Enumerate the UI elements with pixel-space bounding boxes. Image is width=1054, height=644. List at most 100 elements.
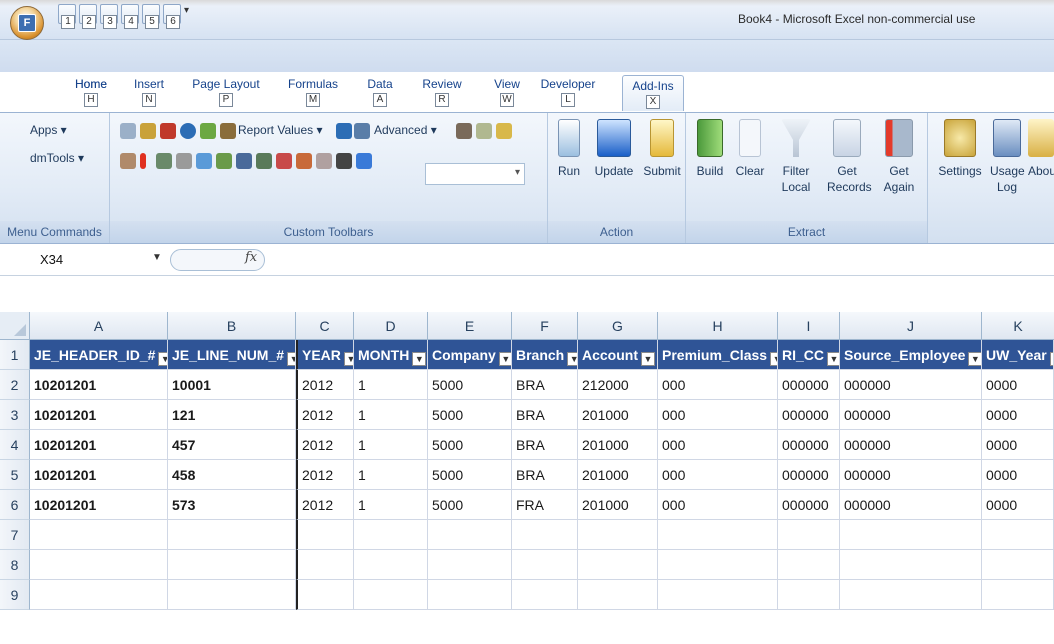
cell-g4[interactable]: 201000 [578,430,658,460]
column-header-c[interactable]: C [296,312,354,340]
cell-e4[interactable]: 5000 [428,430,512,460]
info-icon[interactable] [180,123,196,139]
toolbar-icon-8[interactable] [354,123,370,139]
filter-dropdown-icon[interactable]: ▼ [968,352,981,366]
tab-home-label[interactable]: Home H [68,77,114,110]
cell-a4[interactable]: 10201201 [30,430,168,460]
toolbar-icon-1[interactable] [120,123,136,139]
cell-f2[interactable]: BRA [512,370,578,400]
toolbar-icon-9[interactable] [456,123,472,139]
formula-input-area[interactable] [0,276,1054,312]
filter-dropdown-icon[interactable]: ▼ [567,352,577,366]
filter-dropdown-icon[interactable]: ▼ [287,352,295,366]
report-values-menu[interactable]: Report Values ▾ [238,123,323,137]
cell-j3[interactable]: 000000 [840,400,982,430]
name-box[interactable]: X34 [40,252,63,267]
advanced-menu[interactable]: Advanced ▾ [374,123,437,137]
filter-dropdown-icon[interactable]: ▼ [770,352,777,366]
filter-dropdown-icon[interactable]: ▼ [158,352,167,366]
cell-j8[interactable] [840,550,982,580]
cell-a5[interactable]: 10201201 [30,460,168,490]
cell-h5[interactable]: 000 [658,460,778,490]
filter-dropdown-icon[interactable]: ▼ [498,352,511,366]
cell-g8[interactable] [578,550,658,580]
run-button[interactable]: Run [554,119,584,179]
cell-d6[interactable]: 1 [354,490,428,520]
toolbar-icon-11[interactable] [496,123,512,139]
clear-button[interactable]: Clear [730,119,770,179]
cell-g6[interactable]: 201000 [578,490,658,520]
header-cell-c[interactable]: YEAR▼ [296,340,354,370]
submit-button[interactable]: Submit [640,119,684,179]
tab-formulas[interactable]: Formulas M [284,77,342,110]
filter-dropdown-icon[interactable]: ▼ [1049,352,1053,366]
toolbar-icon-23[interactable] [336,153,352,169]
header-cell-e[interactable]: Company ▼ [428,340,512,370]
dmtools-menu[interactable]: dmTools ▾ [30,151,84,165]
cell-c6[interactable]: 2012 [296,490,354,520]
cell-h8[interactable] [658,550,778,580]
cell-b6[interactable]: 573 [168,490,296,520]
header-cell-f[interactable]: Branch ▼ [512,340,578,370]
tab-page-layout[interactable]: Page Layout P [190,77,262,110]
database-icon[interactable] [356,153,372,169]
cell-j6[interactable]: 000000 [840,490,982,520]
column-header-b[interactable]: B [168,312,296,340]
cell-h3[interactable]: 000 [658,400,778,430]
qat-save-button[interactable]: 1 [58,4,76,29]
cell-k4[interactable]: 0000 [982,430,1054,460]
cell-i4[interactable]: 000000 [778,430,840,460]
toolbar-icon-14[interactable] [156,153,172,169]
cell-j4[interactable]: 000000 [840,430,982,460]
row-header[interactable]: 8 [0,550,30,580]
cell-h6[interactable]: 000 [658,490,778,520]
header-cell-j[interactable]: Source_Employee ▼ [840,340,982,370]
filter-local-button[interactable]: Filter Local [776,119,816,195]
toolbar-icon-3[interactable] [160,123,176,139]
percent-icon[interactable] [316,153,332,169]
cell-b2[interactable]: 10001 [168,370,296,400]
row-header[interactable]: 6 [0,490,30,520]
exclamation-icon[interactable] [140,153,146,169]
cell-b8[interactable] [168,550,296,580]
cell-g2[interactable]: 212000 [578,370,658,400]
qat-redo-button[interactable]: 3 [100,4,118,29]
cell-c5[interactable]: 2012 [296,460,354,490]
up-arrow-icon[interactable] [196,153,212,169]
cell-b3[interactable]: 121 [168,400,296,430]
select-all-corner[interactable] [0,312,30,340]
toolbar-icon-17[interactable] [216,153,232,169]
column-header-k[interactable]: K [982,312,1054,340]
cell-c8[interactable] [296,550,354,580]
filter-icon[interactable] [336,123,352,139]
cell-d2[interactable]: 1 [354,370,428,400]
cell-k9[interactable] [982,580,1054,610]
cell-c4[interactable]: 2012 [296,430,354,460]
header-cell-g[interactable]: Account ▼ [578,340,658,370]
qat-print-button[interactable]: 4 [121,4,139,29]
cell-k7[interactable] [982,520,1054,550]
cell-c7[interactable] [296,520,354,550]
toolbar-icon-12[interactable] [120,153,136,169]
cell-a6[interactable]: 10201201 [30,490,168,520]
header-cell-i[interactable]: RI_CC ▼ [778,340,840,370]
cell-f7[interactable] [512,520,578,550]
cell-f6[interactable]: FRA [512,490,578,520]
cell-d7[interactable] [354,520,428,550]
tab-data[interactable]: Data A [362,77,398,110]
cell-e5[interactable]: 5000 [428,460,512,490]
column-header-j[interactable]: J [840,312,982,340]
settings-button[interactable]: Settings [934,119,986,179]
toolbar-icon-15[interactable] [176,153,192,169]
cell-e8[interactable] [428,550,512,580]
cell-g7[interactable] [578,520,658,550]
cell-k6[interactable]: 0000 [982,490,1054,520]
column-header-h[interactable]: H [658,312,778,340]
cell-c3[interactable]: 2012 [296,400,354,430]
build-button[interactable]: Build [690,119,730,179]
cell-k2[interactable]: 0000 [982,370,1054,400]
filter-dropdown-icon[interactable]: ▼ [641,352,655,366]
office-button[interactable]: F [10,6,44,40]
cell-f3[interactable]: BRA [512,400,578,430]
cell-c2[interactable]: 2012 [296,370,354,400]
